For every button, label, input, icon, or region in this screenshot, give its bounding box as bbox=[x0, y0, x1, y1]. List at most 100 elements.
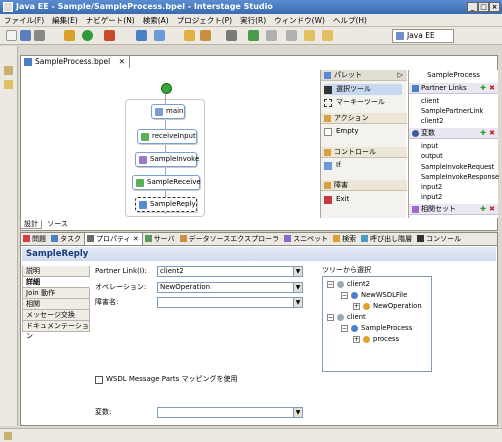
tab-search[interactable]: 検索 bbox=[331, 233, 359, 245]
tab-servers[interactable]: サーバ bbox=[143, 233, 178, 245]
print-icon[interactable] bbox=[34, 30, 45, 41]
partner-link-item[interactable]: client2 bbox=[421, 116, 443, 126]
new-class-icon[interactable] bbox=[154, 30, 165, 41]
new-icon[interactable] bbox=[6, 30, 17, 41]
side-tab-join[interactable]: Join 動作 bbox=[22, 288, 90, 299]
side-tab-details[interactable]: 詳細 bbox=[22, 277, 90, 288]
close-button[interactable]: × bbox=[489, 2, 500, 12]
collapse-icon[interactable]: − bbox=[341, 324, 348, 332]
chevron-down-icon[interactable]: ▼ bbox=[293, 267, 302, 276]
palette-item-exit[interactable]: Exit bbox=[324, 194, 349, 205]
expand-icon[interactable]: + bbox=[353, 302, 360, 310]
remove-icon[interactable]: ✖ bbox=[489, 128, 495, 139]
close-tab-icon[interactable]: ✕ bbox=[119, 56, 125, 68]
open-task-icon[interactable] bbox=[200, 30, 211, 41]
collapse-icon[interactable]: − bbox=[327, 313, 334, 321]
expand-icon[interactable]: + bbox=[353, 335, 360, 343]
partner-link-item[interactable]: client bbox=[421, 96, 439, 106]
search-icon[interactable] bbox=[226, 30, 237, 41]
menu-search[interactable]: 検索(A) bbox=[139, 14, 173, 27]
menu-navigate[interactable]: ナビゲート(N) bbox=[82, 14, 139, 27]
side-tab-description[interactable]: 説明 bbox=[22, 266, 90, 277]
variable-item[interactable]: input2 bbox=[421, 192, 442, 202]
external-tools-icon[interactable] bbox=[104, 30, 115, 41]
chevron-down-icon[interactable]: ▼ bbox=[293, 298, 302, 307]
fast-view-icon[interactable] bbox=[4, 432, 12, 440]
menu-help[interactable]: ヘルプ(H) bbox=[329, 14, 371, 27]
tree-node[interactable]: + NewOperation bbox=[353, 301, 422, 311]
palette-section-actions[interactable]: アクション bbox=[321, 113, 407, 124]
tab-datasource[interactable]: データソースエクスプローラ bbox=[178, 233, 282, 245]
process-canvas[interactable]: main receiveInput SampleInvoke SampleRec… bbox=[24, 70, 318, 218]
variable-item[interactable]: output bbox=[421, 151, 443, 161]
side-tab-documentation[interactable]: ドキュメンテーション bbox=[22, 321, 90, 340]
side-tab-correlation[interactable]: 相関 bbox=[22, 299, 90, 310]
annotation-icon[interactable] bbox=[248, 30, 259, 41]
menu-edit[interactable]: 編集(E) bbox=[48, 14, 82, 27]
palette-section-control[interactable]: コントロール bbox=[321, 147, 407, 158]
save-icon[interactable] bbox=[20, 30, 31, 41]
run-icon[interactable] bbox=[82, 30, 93, 41]
variable-item[interactable]: input bbox=[421, 141, 438, 151]
menu-file[interactable]: ファイル(F) bbox=[0, 14, 48, 27]
tab-tasks[interactable]: タスク bbox=[49, 233, 84, 245]
node-SampleInvoke[interactable]: SampleInvoke bbox=[135, 152, 199, 167]
tab-design[interactable]: 設計 bbox=[20, 220, 42, 229]
remove-icon[interactable]: ✖ bbox=[489, 204, 495, 215]
menu-project[interactable]: プロジェクト(P) bbox=[173, 14, 236, 27]
partner-link-combo[interactable]: client2 ▼ bbox=[157, 266, 303, 277]
next-annotation-icon[interactable] bbox=[286, 30, 297, 41]
variable-item[interactable]: input2 bbox=[421, 182, 442, 192]
collapse-icon[interactable]: − bbox=[341, 291, 348, 299]
partner-links-header[interactable]: Partner Links ✚ ✖ bbox=[409, 83, 498, 94]
tab-source[interactable]: ソース bbox=[44, 220, 71, 228]
tree-node[interactable]: − client2 bbox=[327, 279, 370, 289]
side-tab-message-exchange[interactable]: メッセージ交換 bbox=[22, 310, 90, 321]
collapse-icon[interactable]: − bbox=[327, 280, 334, 288]
variable-item[interactable]: SampleInvokeRequest bbox=[421, 162, 494, 172]
node-main[interactable]: main bbox=[151, 104, 185, 119]
tab-properties[interactable]: プロパティ ✕ bbox=[84, 233, 143, 245]
tree-node[interactable]: − client bbox=[327, 312, 366, 322]
wsdl-mapping-checkbox[interactable] bbox=[95, 376, 103, 384]
tree-node[interactable]: − SampleProcess bbox=[341, 323, 412, 333]
node-SampleReceive[interactable]: SampleReceive bbox=[132, 175, 201, 190]
open-type-icon[interactable] bbox=[184, 30, 195, 41]
restore-icon[interactable] bbox=[4, 66, 13, 75]
palette-select-tool[interactable]: 選択ツール bbox=[324, 84, 402, 95]
remove-icon[interactable]: ✖ bbox=[489, 83, 495, 94]
chevron-down-icon[interactable]: ▼ bbox=[293, 283, 302, 292]
fault-name-combo[interactable]: ▼ bbox=[157, 297, 303, 308]
palette-collapse-icon[interactable]: ▷ bbox=[398, 70, 403, 81]
operation-combo[interactable]: NewOperation ▼ bbox=[157, 282, 303, 293]
correlation-sets-header[interactable]: 相関セット ✚ ✖ bbox=[409, 204, 498, 215]
tab-console[interactable]: コンソール bbox=[415, 233, 464, 245]
package-explorer-icon[interactable] bbox=[4, 80, 13, 89]
add-icon[interactable]: ✚ bbox=[480, 128, 486, 139]
back-icon[interactable] bbox=[304, 30, 315, 41]
perspective-switcher[interactable]: Java EE bbox=[392, 29, 454, 43]
tree-node[interactable]: + process bbox=[353, 334, 399, 344]
add-icon[interactable]: ✚ bbox=[480, 204, 486, 215]
start-node-icon[interactable] bbox=[161, 83, 172, 94]
palette-item-empty[interactable]: Empty bbox=[324, 126, 359, 137]
chevron-down-icon[interactable]: ▼ bbox=[293, 408, 302, 417]
forward-icon[interactable] bbox=[322, 30, 333, 41]
tab-call-hierarchy[interactable]: 呼び出し階層 bbox=[359, 233, 415, 245]
menu-run[interactable]: 実行(R) bbox=[236, 14, 270, 27]
palette-section-fault[interactable]: 障害 bbox=[321, 180, 407, 191]
tab-snippets[interactable]: スニペット bbox=[282, 233, 331, 245]
node-receiveInput[interactable]: receiveInput bbox=[137, 129, 197, 144]
palette-header[interactable]: パレット ▷ bbox=[321, 70, 407, 81]
new-java-project-icon[interactable] bbox=[136, 30, 147, 41]
tree-node[interactable]: − NewWSDLFile bbox=[341, 290, 407, 300]
partner-link-item[interactable]: SamplePartnerLink bbox=[421, 106, 483, 116]
add-icon[interactable]: ✚ bbox=[480, 83, 486, 94]
palette-marquee-tool[interactable]: マーキーツール bbox=[324, 97, 385, 108]
variable-item[interactable]: SampleInvokeResponse bbox=[421, 172, 499, 182]
prev-annotation-icon[interactable] bbox=[266, 30, 277, 41]
selection-tree[interactable]: − client2 − NewWSDLFile + NewOperation − cli… bbox=[322, 276, 432, 372]
variables-header[interactable]: 変数 ✚ ✖ bbox=[409, 128, 498, 139]
debug-icon[interactable] bbox=[64, 30, 75, 41]
tab-problems[interactable]: 問題 bbox=[21, 233, 49, 245]
